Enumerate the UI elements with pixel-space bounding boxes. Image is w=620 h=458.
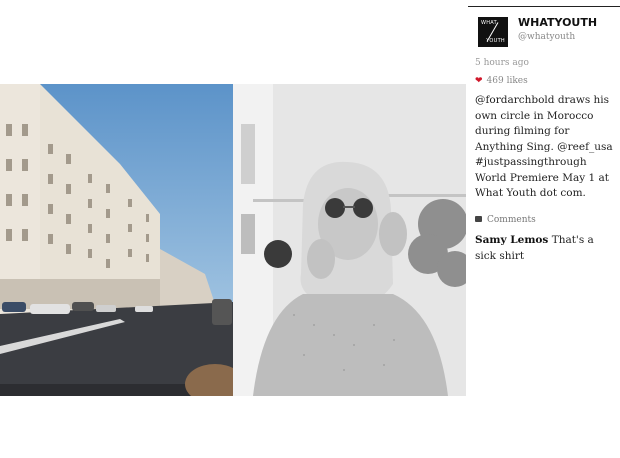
post-photos: [0, 84, 466, 396]
account-name[interactable]: WHATYOUTH: [518, 16, 597, 29]
comments-header: Comments: [475, 215, 536, 225]
comment-user[interactable]: Samy Lemos: [475, 234, 548, 246]
divider: [468, 6, 620, 7]
street-photo: [0, 84, 233, 396]
heart-icon[interactable]: ❤: [475, 76, 483, 86]
account-handle[interactable]: @whatyouth: [518, 32, 575, 42]
account-avatar[interactable]: WHAT YOUTH: [478, 17, 508, 47]
post-caption: @fordarchbold draws his own circle in Mo…: [475, 94, 613, 199]
comment-item: Samy Lemos That's a sick shirt: [475, 233, 615, 264]
portrait-photo: [233, 84, 466, 396]
post-timestamp: 5 hours ago: [475, 58, 529, 68]
comments-label: Comments: [487, 215, 536, 225]
post-sidebar: WHAT YOUTH WHATYOUTH @whatyouth 5 hours …: [468, 6, 620, 458]
likes-label: 469 likes: [486, 76, 528, 86]
likes-count[interactable]: ❤ 469 likes: [475, 76, 528, 86]
comment-icon: [475, 216, 482, 222]
